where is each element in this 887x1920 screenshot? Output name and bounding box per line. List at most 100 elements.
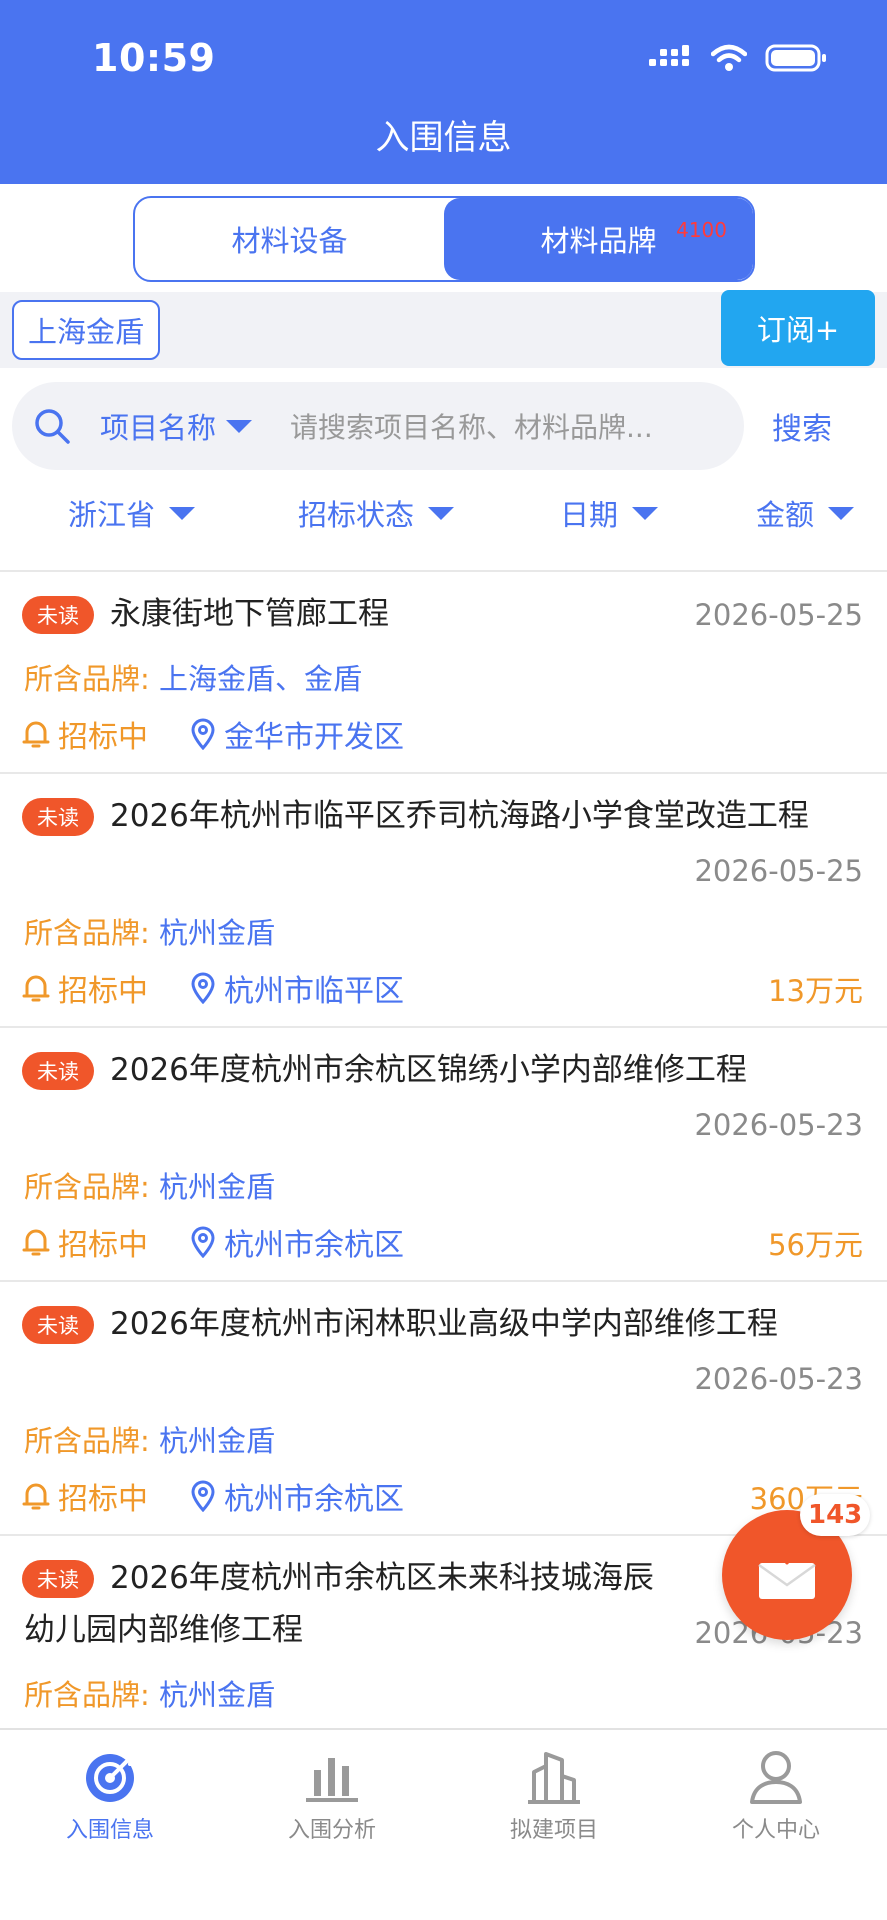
- item-date: 2026-05-23: [694, 1362, 863, 1396]
- tab-shortlist-analysis[interactable]: 入围分析: [252, 1746, 412, 1844]
- item-date: 2026-05-25: [694, 854, 863, 888]
- tab-personal-center[interactable]: 个人中心: [696, 1746, 856, 1844]
- filter-province[interactable]: 浙江省: [68, 492, 196, 534]
- status-time: 10:59: [92, 36, 216, 80]
- tab-label: 拟建项目: [509, 1818, 598, 1843]
- filter-date[interactable]: 日期: [560, 492, 659, 534]
- subscribe-button[interactable]: 订阅+: [721, 290, 875, 366]
- item-title: 2026年度杭州市闲林职业高级中学内部维修工程: [110, 1306, 778, 1342]
- brand-count-badge: 4100: [676, 218, 727, 242]
- status-row: 招标中 杭州市余杭区: [22, 1474, 404, 1518]
- bid-status-label: 招标中: [58, 1482, 148, 1517]
- brand-value: 上海金盾、金盾: [159, 662, 363, 696]
- brand-row: 所含品牌: 杭州金盾: [24, 1164, 275, 1206]
- search-input[interactable]: 请搜索项目名称、材料品牌...: [290, 406, 690, 446]
- brand-label: 所含品牌:: [24, 1170, 150, 1204]
- tab-label: 入围分析: [287, 1818, 376, 1843]
- unread-badge: 未读: [22, 596, 94, 634]
- item-date: 2026-05-25: [694, 598, 863, 632]
- list-item[interactable]: 未读 2026年度杭州市余杭区锦绣小学内部维修工程 2026-05-23 所含品…: [0, 1028, 887, 1282]
- filter-bid-status[interactable]: 招标状态: [298, 492, 455, 534]
- filter-label: 浙江省: [68, 498, 156, 532]
- brand-label: 所含品牌:: [24, 1424, 150, 1458]
- target-icon: [86, 1754, 135, 1802]
- category-segment: 材料设备 材料品牌 4100: [133, 196, 755, 282]
- caret-down-icon: [632, 506, 659, 520]
- unread-badge: 未读: [22, 1306, 94, 1344]
- tab-label: 材料品牌: [540, 224, 657, 258]
- tab-label: 入围信息: [65, 1818, 154, 1843]
- filter-amount[interactable]: 金额: [756, 492, 855, 534]
- search-type-dropdown[interactable]: 项目名称: [100, 405, 253, 447]
- item-date: 2026-05-23: [694, 1108, 863, 1142]
- bid-status: 招标中: [22, 1474, 148, 1518]
- brand-value: 杭州金盾: [159, 916, 276, 950]
- location-pin-icon: [191, 718, 215, 750]
- location-pin-icon: [191, 1480, 215, 1512]
- list-item[interactable]: 未读 2026年杭州市临平区乔司杭海路小学食堂改造工程 2026-05-25 所…: [0, 774, 887, 1028]
- location: 杭州市余杭区: [190, 1474, 404, 1518]
- item-title: 2026年杭州市临平区乔司杭海路小学食堂改造工程: [110, 798, 809, 834]
- page-title: 入围信息: [375, 118, 512, 158]
- item-amount: 13万元: [768, 974, 863, 1008]
- brand-label: 所含品牌:: [24, 1678, 150, 1712]
- bid-status: 招标中: [22, 966, 148, 1010]
- brand-value: 杭州金盾: [159, 1424, 276, 1458]
- battery-icon: [765, 44, 826, 72]
- user-icon: [750, 1751, 802, 1804]
- brand-label: 所含品牌:: [24, 662, 150, 696]
- caret-down-icon: [169, 506, 196, 520]
- search-type-label: 项目名称: [100, 411, 217, 445]
- location: 杭州市临平区: [190, 966, 404, 1010]
- status-row: 招标中 金华市开发区: [22, 712, 404, 756]
- search-box[interactable]: 项目名称 请搜索项目名称、材料品牌...: [12, 382, 744, 470]
- filter-label: 招标状态: [298, 498, 415, 532]
- app-header: 10:59 入围信息: [0, 0, 887, 184]
- unread-badge: 未读: [22, 798, 94, 836]
- bid-status: 招标中: [22, 712, 148, 756]
- bar-chart-icon: [306, 1758, 358, 1802]
- search-button[interactable]: 搜索: [772, 404, 832, 448]
- tab-label: 个人中心: [731, 1818, 820, 1843]
- unread-badge: 未读: [22, 1052, 94, 1090]
- envelope-icon: [758, 1549, 816, 1599]
- brand-label: 所含品牌:: [24, 916, 150, 950]
- caret-down-icon: [226, 419, 253, 433]
- wifi-icon: [711, 44, 747, 71]
- bell-icon: [22, 1483, 50, 1510]
- brand-value: 杭州金盾: [159, 1170, 276, 1204]
- item-title: 永康街地下管廊工程: [110, 596, 389, 632]
- tab-material-equipment[interactable]: 材料设备: [135, 198, 444, 280]
- filter-label: 日期: [560, 498, 619, 532]
- subscription-row: 上海金盾 订阅+: [0, 290, 887, 368]
- subscribed-brand-tag[interactable]: 上海金盾: [12, 300, 161, 360]
- bid-status-label: 招标中: [58, 720, 148, 755]
- status-row: 招标中 杭州市临平区: [22, 966, 404, 1010]
- tab-material-brand[interactable]: 材料品牌 4100: [444, 198, 753, 280]
- brand-row: 所含品牌: 杭州金盾: [24, 1418, 275, 1460]
- bell-icon: [22, 975, 50, 1002]
- brand-row: 所含品牌: 杭州金盾: [24, 1672, 275, 1714]
- filter-label: 金额: [756, 498, 815, 532]
- brand-row: 所含品牌: 杭州金盾: [24, 910, 275, 952]
- bid-status: 招标中: [22, 1220, 148, 1264]
- mail-count-badge: 143: [800, 1494, 871, 1536]
- bottom-tab-bar: 入围信息 入围分析 拟建项目 个人中心: [0, 1728, 887, 1920]
- location-pin-icon: [191, 972, 215, 1004]
- signal-icon: [649, 45, 689, 66]
- tab-proposed-projects[interactable]: 拟建项目: [474, 1746, 634, 1844]
- building-icon: [528, 1752, 580, 1804]
- location-label: 杭州市余杭区: [224, 1482, 404, 1517]
- location-label: 金华市开发区: [224, 720, 404, 755]
- location: 杭州市余杭区: [190, 1220, 404, 1264]
- location-label: 杭州市余杭区: [224, 1228, 404, 1263]
- tab-shortlist-info[interactable]: 入围信息: [30, 1746, 190, 1844]
- list-item[interactable]: 未读 2026年度杭州市闲林职业高级中学内部维修工程 2026-05-23 所含…: [0, 1282, 887, 1536]
- brand-row: 所含品牌: 上海金盾、金盾: [24, 656, 362, 698]
- location-pin-icon: [191, 1226, 215, 1258]
- search-icon: [35, 409, 70, 444]
- bid-status-label: 招标中: [58, 974, 148, 1009]
- list-item[interactable]: 未读 永康街地下管廊工程 2026-05-25 所含品牌: 上海金盾、金盾 招标…: [0, 572, 887, 774]
- status-row: 招标中 杭州市余杭区: [22, 1220, 404, 1264]
- bell-icon: [22, 721, 50, 748]
